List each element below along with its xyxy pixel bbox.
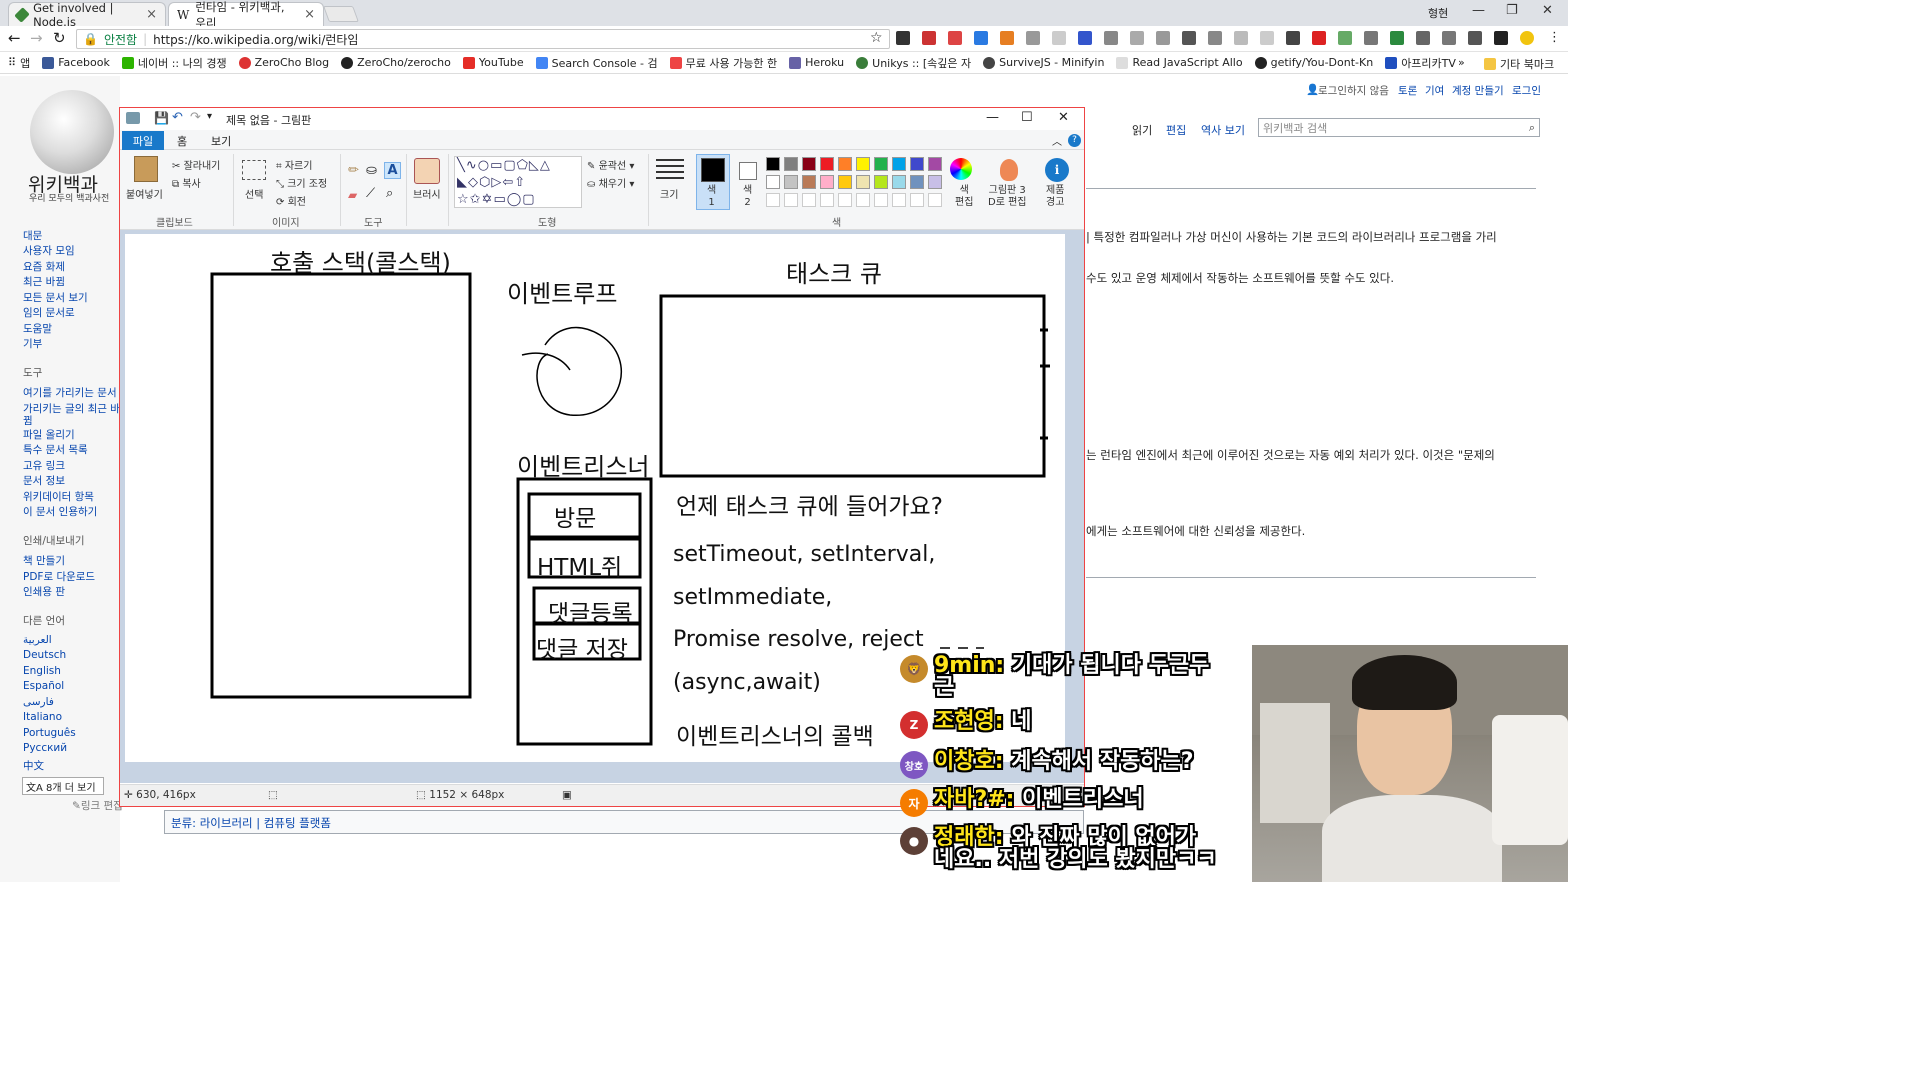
event-loop-label: 이벤트루프 (507, 280, 618, 308)
disk-icon: ▣ (562, 789, 572, 801)
cursor-position: ✛ 630, 416px (124, 789, 196, 801)
chat-message: 창호 이창호: 계속해서 작동하는? (900, 751, 1194, 779)
task-queue-label: 태스크 큐 (786, 260, 882, 288)
cursor-position-value: 630, 416px (136, 789, 196, 801)
chat-text: 9min: 기대가 됩니다 두근두 근 (934, 655, 1209, 699)
chat-username: 이창호: (934, 749, 1004, 774)
avatar: 창호 (900, 751, 928, 779)
cursor-icon: ✛ (124, 789, 133, 801)
canvas-size-icon: ⬚ (416, 789, 426, 801)
selection-icon: ⬚ (268, 789, 278, 801)
chat-username: 자바?#: (934, 787, 1015, 812)
stack-item: 댓글등록 (548, 601, 633, 627)
chat-message-text: 이벤트리스너 (1022, 787, 1144, 812)
event-listener-label: 이벤트리스너 (517, 453, 650, 481)
chat-message: 자 자바?#: 이벤트리스너 (900, 789, 1144, 817)
api-text: setImmediate, (673, 585, 833, 610)
chat-text: 조현영: 네 (934, 711, 1031, 733)
avatar: Z (900, 711, 928, 739)
api-text: (async,await) (673, 670, 821, 695)
webcam-appliance (1492, 715, 1568, 845)
avatar: 자 (900, 789, 928, 817)
api-text: Promise resolve, reject (673, 627, 924, 652)
webcam-overlay (1252, 645, 1568, 882)
webcam-shirt (1322, 795, 1502, 882)
chat-text: 정래한: 와 진짜 많이 없어가 네요.. 저번 강의도 봤지만ㅋㅋ (934, 827, 1217, 871)
avatar: ● (900, 827, 928, 855)
listener-callback-text: 이벤트리스너의 콜백 (676, 724, 874, 750)
api-text: setTimeout, setInterval, (673, 542, 936, 567)
task-queue-box (659, 294, 1046, 478)
chat-message-text: 계속해서 작동하는? (1011, 749, 1194, 774)
chat-text: 이창호: 계속해서 작동하는? (934, 751, 1194, 773)
chat-message: 🦁 9min: 기대가 됩니다 두근두 근 (900, 655, 1209, 699)
chat-text: 자바?#: 이벤트리스너 (934, 789, 1144, 811)
webcam-fridge (1260, 703, 1330, 823)
call-stack-box (210, 272, 472, 699)
question-text: 언제 태스크 큐에 들어가요? (676, 494, 943, 520)
event-loop-circle (536, 326, 622, 416)
avatar: 🦁 (900, 655, 928, 683)
canvas-size: ⬚ 1152 × 648px (416, 789, 504, 801)
chat-username: 조현영: (934, 709, 1004, 734)
canvas-size-value: 1152 × 648px (429, 789, 505, 801)
call-stack-label: 호출 스택(콜스택) (270, 249, 451, 277)
chat-message: Z 조현영: 네 (900, 711, 1031, 739)
stack-item: 댓글 저장 (536, 637, 628, 663)
webcam-hair (1352, 655, 1457, 710)
chat-message: ● 정래한: 와 진짜 많이 없어가 네요.. 저번 강의도 봤지만ㅋㅋ (900, 827, 1217, 871)
chat-message-text: 네 (1011, 709, 1032, 734)
stack-item: 방문 (554, 506, 597, 532)
stack-item: HTML쥐 (537, 555, 623, 581)
